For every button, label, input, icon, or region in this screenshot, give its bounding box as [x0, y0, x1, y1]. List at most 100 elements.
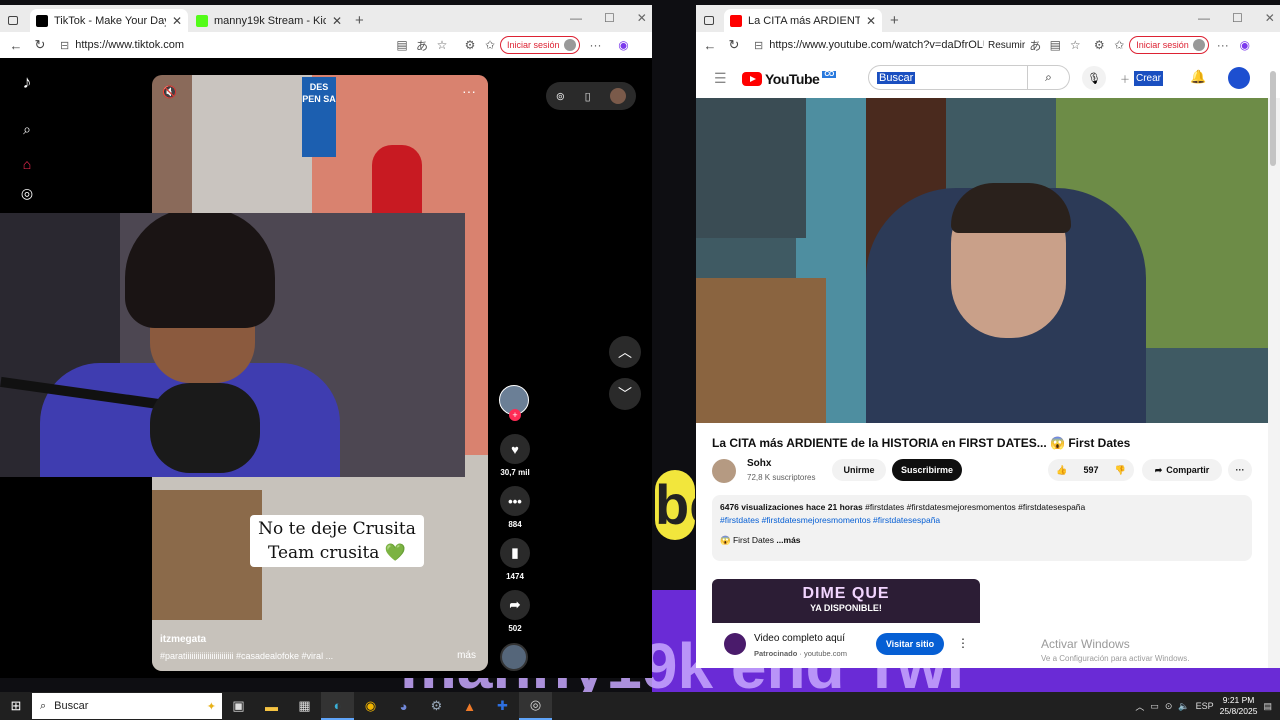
- video-author[interactable]: itzmegata: [160, 634, 206, 645]
- language-indicator[interactable]: ESP: [1196, 701, 1214, 711]
- youtube-logo[interactable]: YouTube CO: [742, 71, 836, 87]
- extensions-icon[interactable]: ⚙: [460, 38, 480, 52]
- translate-icon[interactable]: あ: [1025, 37, 1045, 54]
- close-tab-icon[interactable]: ✕: [866, 14, 876, 28]
- follow-plus-icon[interactable]: +: [509, 409, 521, 421]
- chevron-up-icon[interactable]: ︿: [1135, 700, 1144, 713]
- ad-banner[interactable]: DIME QUE YA DISPONIBLE!: [712, 579, 980, 623]
- show-more-link[interactable]: ...más: [776, 535, 800, 545]
- tab-tiktok[interactable]: TikTok - Make Your Day ✕: [30, 9, 188, 32]
- favorite-star-icon[interactable]: ☆: [1065, 38, 1085, 52]
- network-icon[interactable]: ▭: [1150, 701, 1159, 712]
- menu-icon[interactable]: ☰: [714, 70, 727, 87]
- maximize-icon[interactable]: ☐: [604, 11, 615, 25]
- search-input[interactable]: Buscar: [868, 65, 1028, 90]
- join-button[interactable]: Unirme: [832, 459, 886, 481]
- youtube-video-player[interactable]: [696, 98, 1268, 423]
- close-tab-icon[interactable]: ✕: [332, 14, 342, 28]
- back-icon[interactable]: ←: [698, 38, 722, 53]
- site-info-icon[interactable]: ⊟: [60, 39, 69, 52]
- sign-in-button[interactable]: Iniciar sesión: [1129, 36, 1209, 54]
- sound-disc-icon[interactable]: [500, 643, 528, 671]
- channel-name[interactable]: Sohx: [747, 458, 771, 469]
- url-field[interactable]: ⊟ https://www.youtube.com/watch?v=daDfrO…: [746, 35, 984, 55]
- description-hashtag-links[interactable]: #firstdates #firstdatesmejoresmomentos #…: [720, 514, 1244, 527]
- copilot-icon[interactable]: ◉: [1235, 38, 1255, 52]
- ad-title[interactable]: Video completo aquí: [754, 633, 845, 644]
- more-actions-button[interactable]: ···: [1228, 459, 1252, 481]
- app-orange-icon[interactable]: ▲: [453, 692, 486, 720]
- video-more-icon[interactable]: ···: [462, 83, 476, 99]
- like-action[interactable]: ♥ 30,7 mil: [498, 434, 532, 477]
- like-dislike-button[interactable]: 👍 597 👎: [1048, 459, 1134, 481]
- clock[interactable]: 9:21 PM 25/8/2025: [1220, 695, 1258, 717]
- ad-more-icon[interactable]: ⋮: [957, 636, 969, 650]
- video-more-link[interactable]: más: [457, 650, 476, 661]
- notifications-icon[interactable]: ▤: [1263, 701, 1272, 712]
- account-avatar[interactable]: [1228, 67, 1250, 89]
- close-window-icon[interactable]: ✕: [1265, 11, 1275, 25]
- reload-icon[interactable]: ↻: [28, 37, 52, 53]
- tab-actions-icon[interactable]: [698, 9, 724, 32]
- reload-icon[interactable]: ↻: [722, 37, 746, 53]
- mute-icon[interactable]: 🔇: [162, 85, 177, 99]
- create-button[interactable]: ＋ Crear: [1120, 66, 1164, 90]
- coins-icon[interactable]: ⊚: [556, 90, 565, 103]
- translate-icon[interactable]: あ: [412, 37, 432, 54]
- search-button[interactable]: ⌕: [1028, 65, 1070, 90]
- page-scrollbar[interactable]: [1270, 71, 1276, 166]
- file-explorer-icon[interactable]: ▬: [255, 692, 288, 720]
- favorite-star-icon[interactable]: ☆: [432, 38, 452, 52]
- site-info-icon[interactable]: ⊟: [754, 39, 763, 52]
- voice-search-button[interactable]: 🎙: [1082, 66, 1106, 90]
- search-icon[interactable]: ⌕: [17, 119, 37, 139]
- ad-channel-avatar[interactable]: [724, 633, 746, 655]
- subscribe-button[interactable]: Suscribirme: [892, 459, 962, 481]
- previous-video-button[interactable]: ︿: [609, 336, 641, 368]
- favorites-icon[interactable]: ✩: [1109, 38, 1129, 52]
- minimize-icon[interactable]: —: [1198, 11, 1210, 25]
- thumbs-down-icon[interactable]: 👎: [1115, 465, 1126, 476]
- sign-in-button[interactable]: Iniciar sesión: [500, 36, 580, 54]
- thumbs-up-icon[interactable]: 👍: [1056, 465, 1067, 476]
- share-action[interactable]: ➦ 502: [498, 590, 532, 633]
- volume-icon[interactable]: 🔈: [1178, 701, 1189, 712]
- steam-icon[interactable]: ⚙: [420, 692, 453, 720]
- channel-avatar[interactable]: [712, 459, 736, 483]
- new-tab-icon[interactable]: +: [355, 12, 364, 29]
- copilot-icon[interactable]: ◉: [614, 38, 634, 52]
- more-menu-icon[interactable]: ···: [586, 38, 606, 52]
- url-field[interactable]: ⊟ https://www.tiktok.com: [52, 35, 372, 55]
- share-button[interactable]: ➦ Compartir: [1142, 459, 1222, 481]
- reader-icon[interactable]: ▤: [1045, 38, 1065, 52]
- close-tab-icon[interactable]: ✕: [172, 14, 182, 28]
- user-avatar[interactable]: [610, 88, 627, 104]
- minimize-icon[interactable]: —: [570, 11, 582, 25]
- bell-icon[interactable]: 🔔: [1190, 69, 1206, 85]
- tray-app-icon[interactable]: ⊙: [1165, 701, 1173, 712]
- tab-kick[interactable]: manny19k Stream - Kick Dashboa ✕: [190, 9, 348, 32]
- new-tab-icon[interactable]: +: [890, 12, 899, 29]
- task-view-icon[interactable]: ▣: [222, 692, 255, 720]
- edge-icon[interactable]: ◐: [321, 692, 354, 720]
- extensions-icon[interactable]: ⚙: [1089, 38, 1109, 52]
- reader-icon[interactable]: ▤: [392, 38, 412, 52]
- next-video-button[interactable]: ﹀: [609, 378, 641, 410]
- favorites-icon[interactable]: ✩: [480, 38, 500, 52]
- app-blue-icon[interactable]: ✚: [486, 692, 519, 720]
- home-icon[interactable]: ⌂: [17, 154, 37, 174]
- comment-action[interactable]: ••• 884: [498, 486, 532, 529]
- windows-start-icon[interactable]: ⊞: [0, 692, 32, 720]
- device-icon[interactable]: ▯: [585, 90, 591, 103]
- chrome-icon[interactable]: ◉: [354, 692, 387, 720]
- more-menu-icon[interactable]: ···: [1213, 38, 1233, 52]
- resume-button[interactable]: Resumir: [988, 40, 1025, 51]
- tab-youtube[interactable]: La CITA más ARDIENTE de la ✕: [724, 9, 882, 32]
- obs-icon[interactable]: ◎: [519, 692, 552, 720]
- explore-icon[interactable]: ◎: [17, 183, 37, 203]
- maximize-icon[interactable]: ☐: [1232, 11, 1243, 25]
- terminal-icon[interactable]: ▦: [288, 692, 321, 720]
- taskbar-search[interactable]: ⌕ Buscar ✦: [32, 693, 222, 719]
- discord-icon[interactable]: ◕: [387, 692, 420, 720]
- video-hashtags[interactable]: #paratiiiiiiiiiiiiiiiiiiiiiiii #casadeal…: [160, 651, 400, 661]
